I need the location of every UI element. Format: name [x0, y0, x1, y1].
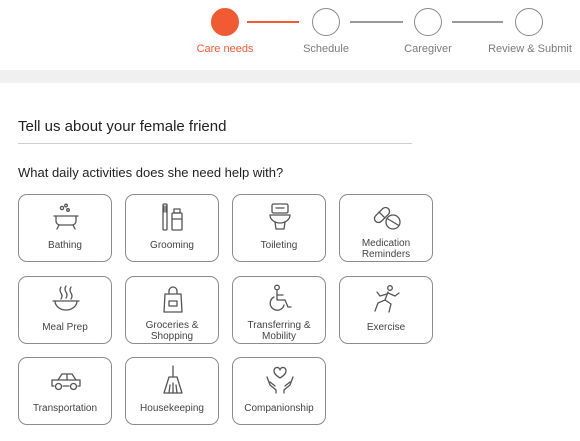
activity-toileting-button[interactable]: Toileting	[232, 194, 326, 262]
heart-hands-icon	[264, 365, 296, 395]
activity-companionship-button[interactable]: Companionship	[232, 357, 326, 425]
activity-grooming-button[interactable]: Grooming	[125, 194, 219, 262]
activity-meal-prep-button[interactable]: Meal Prep	[18, 276, 112, 344]
activity-label: Bathing	[48, 240, 82, 251]
toothbrush-icon	[157, 202, 189, 232]
activity-label: Transferring & Mobility	[247, 320, 311, 342]
activity-transferring-mobility-button[interactable]: Transferring & Mobility	[232, 276, 326, 344]
activity-label: Grooming	[150, 240, 194, 251]
activity-bathing-button[interactable]: Bathing	[18, 194, 112, 262]
bathtub-icon	[50, 202, 82, 232]
step-connector	[247, 21, 299, 23]
step-review-dot	[515, 8, 543, 36]
activity-groceries-shopping-button[interactable]: Groceries & Shopping	[125, 276, 219, 344]
wheelchair-icon	[264, 284, 296, 314]
step-care-needs-dot	[211, 8, 239, 36]
activity-label: Housekeeping	[140, 403, 204, 414]
car-icon	[50, 365, 82, 395]
exercise-icon	[371, 284, 403, 314]
step-schedule-dot	[312, 8, 340, 36]
step-label-review-submit: Review & Submit	[488, 43, 572, 55]
activity-label: Groceries & Shopping	[145, 320, 199, 342]
progress-stepper: Care needs Schedule Caregiver Review & S…	[0, 0, 580, 70]
activity-transportation-button[interactable]: Transportation	[18, 357, 112, 425]
activities-question: What daily activities does she need help…	[18, 165, 284, 180]
step-connector	[350, 21, 403, 23]
pills-icon	[371, 202, 403, 232]
step-label-care-needs: Care needs	[196, 43, 254, 55]
step-connector	[452, 21, 503, 23]
activity-label: Toileting	[260, 240, 298, 251]
header-divider-band	[0, 70, 580, 83]
activity-label: Meal Prep	[42, 322, 88, 333]
step-caregiver-dot	[414, 8, 442, 36]
page-title: Tell us about your female friend	[18, 118, 227, 135]
broom-icon	[157, 365, 189, 395]
activity-housekeeping-button[interactable]: Housekeeping	[125, 357, 219, 425]
activity-label: Medication Reminders	[361, 238, 411, 260]
title-divider	[18, 143, 412, 144]
activity-label: Companionship	[244, 403, 314, 414]
steaming-bowl-icon	[50, 284, 82, 314]
shopping-bag-icon	[157, 284, 189, 314]
activity-exercise-button[interactable]: Exercise	[339, 276, 433, 344]
toilet-icon	[264, 202, 296, 232]
activity-label: Transportation	[32, 403, 98, 414]
activity-medication-reminders-button[interactable]: Medication Reminders	[339, 194, 433, 262]
activity-label: Exercise	[366, 322, 406, 333]
step-label-schedule: Schedule	[303, 43, 349, 55]
step-label-caregiver: Caregiver	[404, 43, 452, 55]
